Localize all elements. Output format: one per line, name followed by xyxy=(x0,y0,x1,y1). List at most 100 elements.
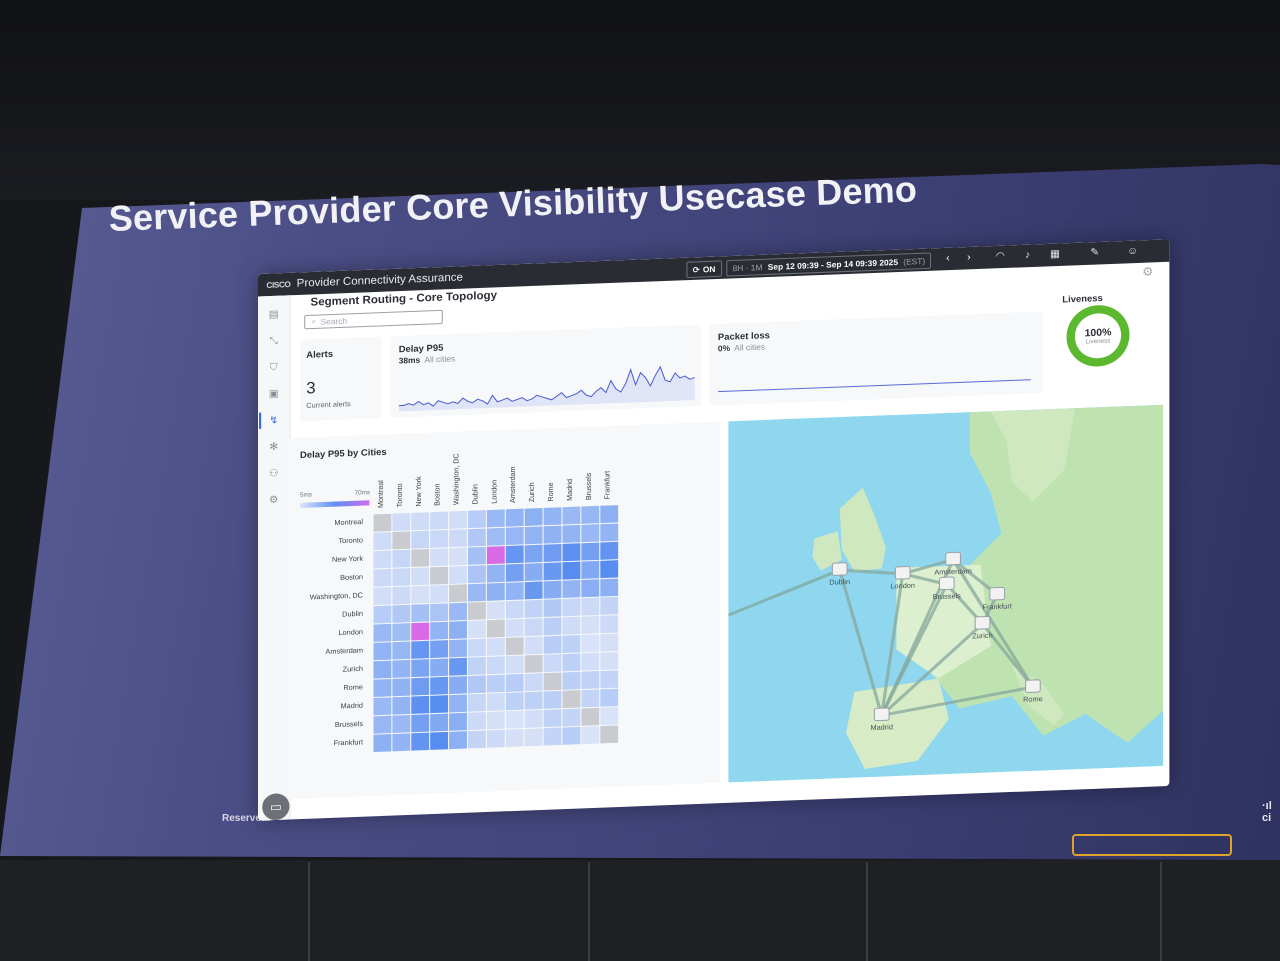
heatmap-cell[interactable] xyxy=(449,547,467,566)
heatmap-cell[interactable] xyxy=(392,678,411,697)
gear-icon[interactable]: ⚙ xyxy=(266,493,281,508)
heatmap-cell[interactable] xyxy=(430,621,449,640)
heatmap-cell[interactable] xyxy=(524,563,543,582)
dashboard-icon[interactable]: ▦ xyxy=(1048,247,1063,262)
heatmap-cell[interactable] xyxy=(543,562,562,581)
heatmap-cell[interactable] xyxy=(562,506,581,525)
search-input[interactable]: ⌕ Search xyxy=(304,309,443,330)
heatmap-cell[interactable] xyxy=(581,505,600,524)
heatmap-cell[interactable] xyxy=(468,730,486,749)
heatmap-cell[interactable] xyxy=(543,580,562,599)
heatmap-cell[interactable] xyxy=(600,523,619,542)
heatmap-cell[interactable] xyxy=(543,672,562,691)
heatmap-cell[interactable] xyxy=(562,616,581,635)
heatmap-cell[interactable] xyxy=(581,671,600,690)
heatmap-cell[interactable] xyxy=(392,513,411,532)
heatmap-cell[interactable] xyxy=(581,579,600,598)
heatmap-cell[interactable] xyxy=(411,604,430,623)
heatmap-cell[interactable] xyxy=(505,600,524,619)
heatmap-cell[interactable] xyxy=(392,549,411,568)
heatmap-cell[interactable] xyxy=(600,541,619,560)
heatmap-cell[interactable] xyxy=(581,634,600,653)
heatmap-cell[interactable] xyxy=(581,542,600,561)
heatmap-cell[interactable] xyxy=(468,565,486,584)
heatmap-cell[interactable] xyxy=(543,709,562,728)
heatmap-cell[interactable] xyxy=(562,653,581,672)
heatmap-cell[interactable] xyxy=(562,671,581,690)
heatmap-cell[interactable] xyxy=(600,615,619,634)
heatmap-cell[interactable] xyxy=(449,731,467,750)
heatmap-cell[interactable] xyxy=(543,690,562,709)
heatmap-cell[interactable] xyxy=(524,618,543,637)
heatmap-cell[interactable] xyxy=(562,579,581,598)
heatmap-cell[interactable] xyxy=(392,733,411,752)
heatmap-cell[interactable] xyxy=(373,660,392,679)
heatmap-cell[interactable] xyxy=(543,635,562,654)
heatmap-cell[interactable] xyxy=(373,587,392,606)
heatmap-cell[interactable] xyxy=(392,714,411,733)
heatmap-cell[interactable] xyxy=(562,598,581,617)
heatmap-cell[interactable] xyxy=(468,657,486,676)
heatmap-cell[interactable] xyxy=(486,656,505,675)
heatmap-cell[interactable] xyxy=(562,543,581,562)
heatmap-cell[interactable] xyxy=(373,550,392,569)
bell-icon[interactable]: ♪ xyxy=(1020,248,1035,263)
heatmap-cell[interactable] xyxy=(600,688,619,707)
heatmap-cell[interactable] xyxy=(430,658,449,677)
chevron-left-icon[interactable]: ‹ xyxy=(941,252,956,267)
heatmap-cell[interactable] xyxy=(562,524,581,543)
heatmap-cell[interactable] xyxy=(430,566,449,585)
range-presets[interactable]: 8H · 1M xyxy=(733,262,763,272)
heatmap-cell[interactable] xyxy=(581,707,600,726)
heatmap-cell[interactable] xyxy=(505,655,524,674)
heatmap-cell[interactable] xyxy=(600,725,619,744)
heatmap-cell[interactable] xyxy=(600,670,619,689)
settings-gear-icon[interactable]: ⚙ xyxy=(1142,264,1153,279)
heatmap-cell[interactable] xyxy=(486,637,505,656)
heatmap-cell[interactable] xyxy=(468,583,486,602)
explore-icon[interactable]: ⤡ xyxy=(266,334,281,349)
heatmap-cell[interactable] xyxy=(524,526,543,545)
heatmap-cell[interactable] xyxy=(581,560,600,579)
heatmap-cell[interactable] xyxy=(411,585,430,604)
heatmap-cell[interactable] xyxy=(449,676,467,695)
heatmap-cell[interactable] xyxy=(505,673,524,692)
chat-button[interactable]: ▭ xyxy=(262,793,290,821)
shield-icon[interactable]: ⛉ xyxy=(266,361,281,376)
heatmap-cell[interactable] xyxy=(543,617,562,636)
heatmap-cell[interactable] xyxy=(430,731,449,750)
heatmap-cell[interactable] xyxy=(430,585,449,604)
heatmap-cell[interactable] xyxy=(543,525,562,544)
heatmap-cell[interactable] xyxy=(524,599,543,618)
heatmap-cell[interactable] xyxy=(524,654,543,673)
heatmap-cell[interactable] xyxy=(411,567,430,586)
heatmap-cell[interactable] xyxy=(373,568,392,587)
heatmap-cell[interactable] xyxy=(486,546,505,565)
heatmap-cell[interactable] xyxy=(486,711,505,730)
heatmap-cell[interactable] xyxy=(411,549,430,568)
heatmap-cell[interactable] xyxy=(562,635,581,654)
map-node[interactable]: Dublin xyxy=(829,562,850,587)
heatmap-cell[interactable] xyxy=(600,560,619,579)
heatmap-cell[interactable] xyxy=(449,712,467,731)
heatmap-cell[interactable] xyxy=(486,527,505,546)
heatmap-cell[interactable] xyxy=(468,528,486,547)
heatmap-cell[interactable] xyxy=(449,639,467,658)
heatmap-cell[interactable] xyxy=(524,544,543,563)
heatmap-cell[interactable] xyxy=(543,507,562,526)
users-icon[interactable]: ⚇ xyxy=(266,467,281,482)
heatmap-cell[interactable] xyxy=(486,674,505,693)
heatmap-cell[interactable] xyxy=(373,605,392,624)
heatmap-cell[interactable] xyxy=(505,582,524,601)
heatmap-cell[interactable] xyxy=(411,512,430,531)
heatmap-cell[interactable] xyxy=(430,529,449,548)
heatmap-cell[interactable] xyxy=(430,640,449,659)
heatmap-cell[interactable] xyxy=(524,636,543,655)
heatmap-cell[interactable] xyxy=(486,564,505,583)
heatmap-cell[interactable] xyxy=(392,696,411,715)
heatmap-cell[interactable] xyxy=(411,695,430,714)
heatmap-cell[interactable] xyxy=(581,689,600,708)
live-toggle[interactable]: ⟳ ON xyxy=(686,260,722,279)
dashboards-icon[interactable]: ▤ xyxy=(266,308,281,323)
topology-icon[interactable]: ↯ xyxy=(266,414,281,429)
